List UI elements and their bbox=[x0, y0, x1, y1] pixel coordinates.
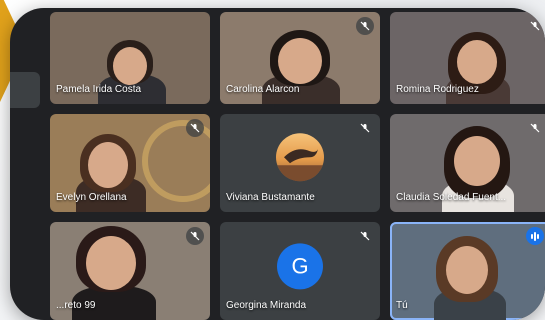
audio-level-icon bbox=[526, 227, 544, 245]
participant-name: Carolina Alarcon bbox=[226, 84, 300, 95]
participant-tile[interactable]: ...reto 99 bbox=[50, 222, 210, 320]
participant-tile[interactable]: Evelyn Orellana bbox=[50, 114, 210, 212]
profile-picture bbox=[276, 133, 324, 182]
participant-tile[interactable]: Viviana Bustamante bbox=[220, 114, 380, 212]
participant-tile[interactable]: Carolina Alarcon bbox=[220, 12, 380, 104]
participant-avatar: G bbox=[277, 243, 323, 290]
self-view-tile[interactable]: Tú bbox=[390, 222, 545, 320]
meeting-grid: Pamela Irida Costa Carolina Alarcon Romi… bbox=[10, 8, 545, 320]
participant-name: Tú bbox=[396, 300, 408, 311]
mic-off-icon bbox=[186, 119, 204, 137]
participant-tile[interactable]: Claudia Soledad Fuent... bbox=[390, 114, 545, 212]
participant-tile[interactable]: G Georgina Miranda bbox=[220, 222, 380, 320]
mic-off-icon bbox=[526, 119, 544, 137]
mic-off-icon bbox=[526, 17, 544, 35]
participant-name: Claudia Soledad Fuent... bbox=[396, 192, 507, 203]
participant-name: Pamela Irida Costa bbox=[56, 84, 142, 95]
participant-tile[interactable]: Romina Rodriguez bbox=[390, 12, 545, 104]
partial-tile bbox=[10, 72, 40, 108]
participant-tile[interactable]: Pamela Irida Costa bbox=[50, 12, 210, 104]
mic-off-icon bbox=[186, 227, 204, 245]
participant-name: Evelyn Orellana bbox=[56, 192, 127, 203]
mic-off-icon bbox=[356, 227, 374, 245]
participant-name: Romina Rodriguez bbox=[396, 84, 479, 95]
mic-off-icon bbox=[356, 17, 374, 35]
participant-name: ...reto 99 bbox=[56, 300, 96, 311]
participant-name: Viviana Bustamante bbox=[226, 192, 315, 203]
participant-name: Georgina Miranda bbox=[226, 300, 307, 311]
mic-off-icon bbox=[356, 119, 374, 137]
